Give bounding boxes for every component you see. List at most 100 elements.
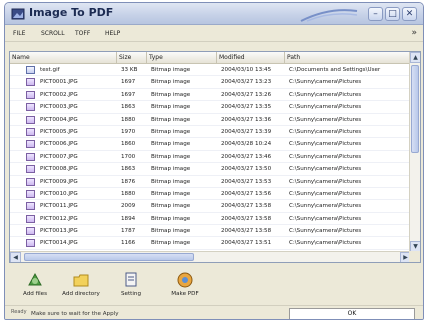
cell-name: test.gif: [40, 67, 60, 73]
window-title: Image To PDF: [29, 6, 114, 19]
cell-name: PICT0007.JPG: [40, 153, 78, 160]
cell-size: 1860: [121, 141, 136, 148]
column-header-path[interactable]: Path: [285, 52, 410, 64]
jpg-file-icon: [26, 78, 35, 87]
cell-name: PICT0014.JPG: [40, 240, 78, 247]
table-row[interactable]: PICT0009.JPG 1876 Bitmap image 2004/03/27 1…: [10, 176, 410, 188]
menu-file[interactable]: FILE: [13, 30, 25, 37]
list-header: Name Size Type Modified Path: [10, 52, 410, 64]
cell-modified: 2004/03/27 13:56: [221, 190, 272, 197]
cell-modified: 2004/03/27 13:36: [221, 116, 272, 123]
cell-modified: 2004/03/28 10:24: [221, 141, 272, 148]
cell-size: 33 KB: [121, 67, 138, 73]
column-header-modified[interactable]: Modified: [217, 52, 285, 64]
cell-name: PICT0001.JPG: [40, 79, 78, 86]
table-row[interactable]: PICT0011.JPG 2009 Bitmap image 2004/03/27 1…: [10, 200, 410, 213]
table-row[interactable]: PICT0008.JPG 1863 Bitmap image 2004/03/27 1…: [10, 163, 410, 176]
app-window: Image To PDF – □ ✕ FILE SCROLL TOFF HELP…: [4, 2, 424, 320]
cell-path: C:\Sunny\camera\Pictures: [289, 190, 362, 197]
table-row[interactable]: test.gif 33 KB Bitmap image 2004/03/10 13:4…: [10, 64, 410, 77]
cell-size: 1880: [121, 116, 136, 123]
column-header-name[interactable]: Name: [10, 52, 117, 64]
table-row[interactable]: PICT0010.JPG 1880 Bitmap image 2004/03/27 1…: [10, 188, 410, 201]
cell-type: Bitmap image: [151, 190, 191, 197]
menu-bar: FILE SCROLL TOFF HELP »: [5, 26, 423, 42]
menu-toff[interactable]: TOFF: [75, 30, 90, 37]
jpg-file-icon: [26, 90, 35, 99]
title-bar[interactable]: Image To PDF – □ ✕: [5, 3, 423, 25]
column-header-type[interactable]: Type: [147, 52, 217, 64]
jpg-file-icon: [26, 115, 35, 124]
cell-type: Bitmap image: [151, 166, 191, 173]
cell-modified: 2004/03/27 13:35: [221, 104, 272, 111]
cell-size: 1863: [121, 166, 136, 173]
cell-modified: 2004/03/27 13:39: [221, 128, 272, 135]
status-left-text: Ready: [11, 309, 27, 315]
cell-type: Bitmap image: [151, 104, 191, 111]
setting-icon: [125, 272, 137, 287]
cell-type: Bitmap image: [151, 215, 191, 222]
table-row[interactable]: PICT0014.JPG 1166 Bitmap image 2004/03/27 1…: [10, 237, 410, 250]
toolbar: Add files Add directory Setting Make PDF: [13, 269, 263, 305]
cell-path: C:\Sunny\camera\Pictures: [289, 153, 362, 160]
table-row[interactable]: PICT0002.JPG 1697 Bitmap image 2004/03/27 1…: [10, 89, 410, 102]
cell-type: Bitmap image: [151, 178, 191, 185]
title-swoosh-graphic: [300, 9, 358, 22]
cell-path: C:\Sunny\camera\Pictures: [289, 116, 362, 123]
menu-overflow-icon[interactable]: »: [411, 28, 417, 38]
maximize-icon: □: [388, 9, 397, 19]
add-files-label: Add files: [22, 291, 48, 297]
status-bar: Ready Make sure to wait for the Apply OK: [5, 305, 423, 319]
table-row[interactable]: PICT0012.JPG 1894 Bitmap image 2004/03/27 1…: [10, 213, 410, 226]
maximize-button[interactable]: □: [385, 7, 400, 21]
cell-size: 1876: [121, 178, 136, 185]
add-directory-button[interactable]: Add directory: [59, 269, 103, 303]
close-icon: ✕: [405, 9, 414, 19]
close-button[interactable]: ✕: [402, 7, 417, 21]
table-row[interactable]: PICT0003.JPG 1863 Bitmap image 2004/03/27 1…: [10, 101, 410, 114]
make-pdf-button[interactable]: Make PDF: [163, 269, 207, 303]
cell-path: C:\Sunny\camera\Pictures: [289, 141, 362, 148]
minimize-button[interactable]: –: [368, 7, 383, 21]
scroll-left-icon[interactable]: ◀: [10, 252, 21, 262]
table-row[interactable]: PICT0013.JPG 1787 Bitmap image 2004/03/27 1…: [10, 225, 410, 238]
table-row[interactable]: PICT0004.JPG 1880 Bitmap image 2004/03/27 1…: [10, 114, 410, 126]
jpg-file-icon: [26, 202, 35, 211]
column-header-size[interactable]: Size: [117, 52, 147, 64]
vertical-scroll-thumb[interactable]: [411, 65, 419, 153]
add-files-button[interactable]: Add files: [13, 269, 57, 303]
menu-scroll[interactable]: SCROLL: [41, 30, 65, 37]
cell-name: PICT0004.JPG: [40, 116, 78, 123]
menu-help[interactable]: HELP: [105, 30, 120, 37]
cell-type: Bitmap image: [151, 91, 191, 98]
list-rows: test.gif 33 KB Bitmap image 2004/03/10 13:4…: [10, 64, 410, 250]
cell-name: PICT0012.JPG: [40, 215, 78, 222]
table-row[interactable]: PICT0001.JPG 1697 Bitmap image 2004/03/27 1…: [10, 76, 410, 89]
vertical-scrollbar[interactable]: ▲ ▼: [409, 52, 420, 252]
cell-modified: 2004/03/27 13:23: [221, 79, 272, 86]
horizontal-scroll-thumb[interactable]: [24, 253, 194, 261]
cell-name: PICT0013.JPG: [40, 228, 78, 235]
file-list[interactable]: Name Size Type Modified Path test.gif 33 …: [9, 51, 421, 263]
status-message: Make sure to wait for the Apply: [31, 311, 119, 317]
table-row[interactable]: PICT0007.JPG 1700 Bitmap image 2004/03/27 1…: [10, 151, 410, 164]
jpg-file-icon: [26, 152, 35, 161]
horizontal-scrollbar[interactable]: ◀ ▶: [10, 251, 411, 262]
jpg-file-icon: [26, 239, 35, 248]
cell-name: PICT0010.JPG: [40, 190, 78, 197]
table-row[interactable]: PICT0006.JPG 1860 Bitmap image 2004/03/28 1…: [10, 138, 410, 151]
ok-button[interactable]: OK: [289, 308, 415, 319]
jpg-file-icon: [26, 165, 35, 174]
make-pdf-label: Make PDF: [171, 291, 199, 297]
scroll-up-icon[interactable]: ▲: [410, 52, 420, 63]
table-row[interactable]: PICT0005.JPG 1970 Bitmap image 2004/03/27 1…: [10, 126, 410, 139]
setting-button[interactable]: Setting: [109, 269, 153, 303]
cell-path: C:\Sunny\camera\Pictures: [289, 203, 362, 210]
jpg-file-icon: [26, 214, 35, 223]
make-pdf-icon: [177, 272, 193, 288]
cell-size: 1970: [121, 128, 136, 135]
cell-size: 2009: [121, 203, 136, 210]
scroll-corner: [409, 251, 420, 262]
jpg-file-icon: [26, 127, 35, 136]
cell-type: Bitmap image: [151, 141, 191, 148]
